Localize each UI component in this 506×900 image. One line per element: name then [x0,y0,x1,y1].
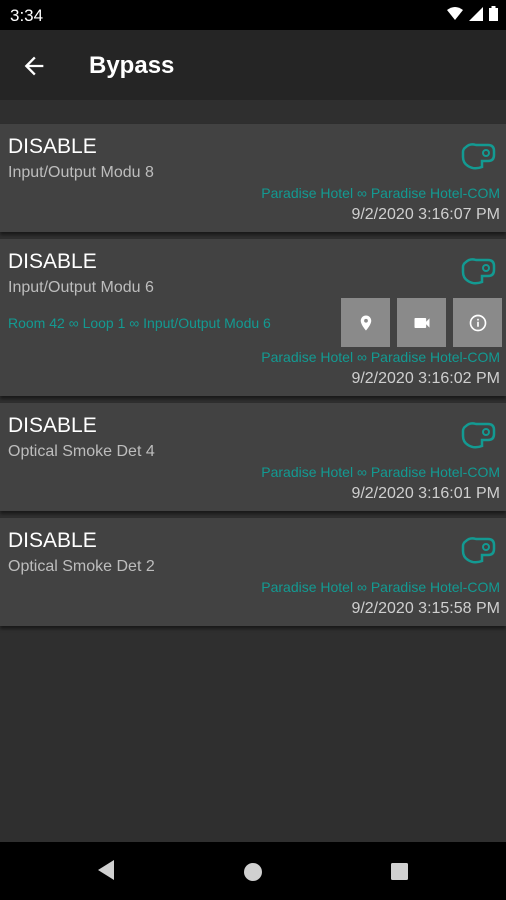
item-timestamp: 9/2/2020 3:15:58 PM [351,600,500,617]
location-pin-icon [360,315,371,330]
building-panel-icon [461,258,496,285]
item-status: DISABLE [8,529,97,552]
item-site: Paradise Hotel ∞ Paradise Hotel-COM [261,185,500,201]
list-item[interactable]: DISABLE Input/Output Modu 6 Room 42 ∞ Lo… [0,239,506,396]
building-panel-icon [461,537,496,564]
item-location: Room 42 ∞ Loop 1 ∞ Input/Output Modu 6 [8,315,271,331]
item-status: DISABLE [8,250,97,273]
item-timestamp: 9/2/2020 3:16:07 PM [351,206,500,223]
building-panel-icon [461,422,496,449]
list-item[interactable]: DISABLE Optical Smoke Det 4 Paradise Hot… [0,403,506,511]
item-timestamp: 9/2/2020 3:16:02 PM [351,370,500,387]
recents-square-icon[interactable] [390,862,409,881]
back-triangle-icon[interactable] [96,859,116,881]
list-item[interactable]: DISABLE Input/Output Modu 8 Paradise Hot… [0,124,506,232]
item-device: Optical Smoke Det 2 [8,558,155,575]
status-icons [447,6,498,21]
home-circle-icon[interactable] [243,862,263,882]
info-icon [469,314,486,331]
battery-icon [489,6,498,21]
system-nav-bar [0,842,506,900]
item-site: Paradise Hotel ∞ Paradise Hotel-COM [261,579,500,595]
building-panel-icon [461,143,496,170]
wifi-icon [447,6,463,20]
app-bar: Bypass [0,30,506,100]
status-time: 3:34 [10,6,44,25]
signal-icon [469,6,483,21]
video-button[interactable] [397,298,446,347]
location-button[interactable] [341,298,390,347]
status-bar: 3:34 [0,0,506,30]
item-site: Paradise Hotel ∞ Paradise Hotel-COM [261,464,500,480]
item-device: Input/Output Modu 6 [8,279,154,296]
back-arrow-icon[interactable] [20,52,48,80]
item-device: Optical Smoke Det 4 [8,443,155,460]
list-item[interactable]: DISABLE Optical Smoke Det 2 Paradise Hot… [0,518,506,626]
page-title: Bypass [89,52,175,79]
item-device: Input/Output Modu 8 [8,164,154,181]
item-status: DISABLE [8,135,97,158]
item-timestamp: 9/2/2020 3:16:01 PM [351,485,500,502]
item-actions [341,298,502,347]
info-button[interactable] [453,298,502,347]
item-status: DISABLE [8,414,97,437]
video-camera-icon [414,317,429,328]
item-site: Paradise Hotel ∞ Paradise Hotel-COM [261,349,500,365]
